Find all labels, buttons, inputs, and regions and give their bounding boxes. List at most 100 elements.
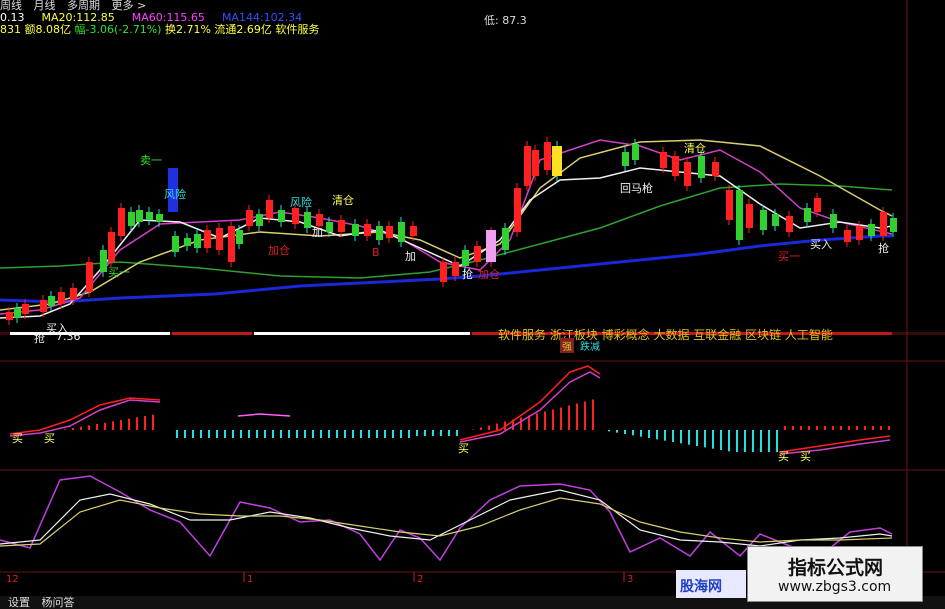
macd-bar: [224, 430, 226, 438]
macd-bar: [144, 416, 146, 430]
candle-body: [760, 210, 767, 230]
macd-bar: [136, 417, 138, 430]
candle-body: [632, 144, 639, 160]
signal-risk-1: 风险: [164, 188, 186, 201]
candle-body: [22, 304, 29, 314]
candle-body: [118, 208, 125, 236]
macd-buy-3: 买: [458, 442, 469, 455]
candle-body: [48, 296, 55, 306]
candle-body: [172, 236, 179, 252]
macd-bar: [728, 430, 730, 452]
macd-bar: [664, 430, 666, 441]
signal-buy-2: 买一: [778, 250, 800, 263]
macd-bar: [736, 430, 738, 452]
candle-body: [14, 308, 21, 318]
candle-body: [100, 250, 107, 272]
candle-body: [698, 156, 705, 178]
macd-bar: [288, 430, 290, 438]
candle-body: [266, 200, 273, 218]
macd-histogram: [64, 399, 890, 452]
candle-body: [462, 250, 469, 266]
macd-bar: [560, 407, 562, 430]
site-watermark: 指标公式网 www.zbgs3.com: [747, 546, 923, 602]
macd-bar: [744, 430, 746, 452]
macd-bar: [152, 414, 154, 430]
macd-bar: [64, 429, 66, 430]
macd-bar: [72, 428, 74, 430]
macd-dea-line-4: [779, 439, 891, 455]
watermark-url: www.zbgs3.com: [778, 579, 892, 595]
macd-bar: [520, 417, 522, 430]
candle-body: [246, 210, 253, 226]
macd-bar: [752, 430, 754, 452]
macd-bar: [184, 430, 186, 438]
macd-bar: [264, 430, 266, 438]
macd-bar: [448, 430, 450, 436]
guhai-logo-text: 股海网: [680, 579, 722, 595]
segment-bar-white-2: [254, 332, 470, 335]
candle-body: [532, 150, 539, 176]
macd-bar: [176, 430, 178, 438]
macd-buy-1: 买: [12, 432, 23, 445]
candle-body: [804, 208, 811, 222]
low-point-value: 7.36: [56, 330, 81, 343]
macd-bar: [248, 430, 250, 438]
signal-sell-1: 卖一: [140, 154, 162, 167]
macd-bar: [232, 430, 234, 438]
candle-body: [352, 224, 359, 236]
macd-bar: [584, 401, 586, 430]
macd-bar: [96, 424, 98, 430]
macd-bar: [856, 426, 858, 430]
candle-body: [814, 198, 821, 212]
candle-body: [86, 262, 93, 292]
candle-body: [736, 190, 743, 240]
strong-badge: 强: [560, 338, 574, 353]
macd-bar: [456, 430, 458, 436]
macd-bar: [608, 430, 610, 432]
macd-buy-2: 买: [44, 432, 55, 445]
macd-bar: [128, 418, 130, 430]
candle-body: [216, 228, 223, 250]
candle-body: [236, 230, 243, 244]
segment-bar-red: [172, 332, 252, 335]
candle-body: [746, 204, 753, 228]
macd-bar: [880, 426, 882, 430]
macd-bar: [408, 430, 410, 438]
candle-body: [672, 156, 679, 176]
candle-body: [622, 152, 629, 166]
macd-bar: [368, 430, 370, 438]
candle-body: [58, 292, 65, 304]
macd-bar: [376, 430, 378, 438]
macd-bar: [840, 426, 842, 430]
macd-bar: [536, 413, 538, 430]
guhai-logo: 股海网: [676, 570, 746, 598]
watermark-title: 指标公式网: [788, 557, 884, 579]
candle-body: [474, 246, 481, 262]
kline-chart[interactable]: [0, 0, 945, 609]
macd-bar: [416, 430, 418, 436]
signal-grab-1: 抢: [462, 268, 473, 281]
macd-bar: [304, 430, 306, 438]
candle-body: [786, 216, 793, 232]
macd-bar: [192, 430, 194, 438]
macd-bar: [576, 403, 578, 430]
candle-body: [868, 224, 875, 236]
candle-body: [304, 212, 311, 228]
macd-bar: [336, 430, 338, 438]
macd-bar: [624, 430, 626, 434]
macd-bar: [88, 425, 90, 430]
candle-body: [292, 208, 299, 224]
candle-body: [376, 226, 383, 240]
macd-bar: [256, 430, 258, 438]
macd-bar: [544, 411, 546, 430]
macd-bar: [784, 426, 786, 430]
candle-body: [184, 238, 191, 246]
candle-body: [452, 262, 459, 276]
macd-bar: [352, 430, 354, 438]
settings-button[interactable]: 设置: [8, 596, 30, 609]
macd-bar: [200, 430, 202, 438]
macd-bar: [208, 430, 210, 438]
candle-body: [386, 226, 393, 238]
macd-bar: [592, 399, 594, 430]
qa-button[interactable]: 杨问答: [42, 596, 75, 609]
